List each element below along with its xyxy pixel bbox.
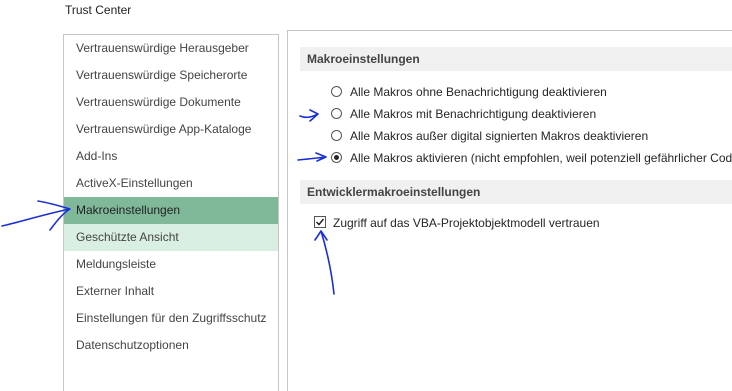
sidebar-item-external-content[interactable]: Externer Inhalt [64,278,278,305]
checkbox-checked-icon[interactable] [314,216,326,228]
radio-label: Alle Makros ohne Benachrichtigung deakti… [350,85,607,99]
sidebar-item-trusted-locations[interactable]: Vertrauenswürdige Speicherorte [64,62,278,89]
annotation-arrow-sidebar-icon [1,200,71,231]
sidebar-nav: Vertrauenswürdige Herausgeber Vertrauens… [63,34,279,391]
radio-button-icon[interactable] [331,86,342,97]
sidebar-item-add-ins[interactable]: Add-Ins [64,143,278,170]
window-title: Trust Center [65,3,132,17]
radio-button-icon[interactable] [331,130,342,141]
radio-label: Alle Makros außer digital signierten Mak… [350,129,649,143]
sidebar-item-access-protection-settings[interactable]: Einstellungen für den Zugriffsschutz [64,305,278,332]
settings-pane: Makroeinstellungen Alle Makros ohne Bena… [287,30,732,391]
sidebar-item-message-bar[interactable]: Meldungsleiste [64,251,278,278]
developer-macro-settings-header: Entwicklermakroeinstellungen [300,180,732,204]
macro-settings-header: Makroeinstellungen [300,47,732,71]
sidebar-item-protected-view[interactable]: Geschützte Ansicht [64,224,278,251]
radio-label: Alle Makros mit Benachrichtigung deaktiv… [350,107,597,121]
sidebar-item-trusted-app-catalogs[interactable]: Vertrauenswürdige App-Kataloge [64,116,278,143]
radio-label: Alle Makros aktivieren (nicht empfohlen,… [350,151,732,165]
sidebar-item-privacy-options[interactable]: Datenschutzoptionen [64,332,278,359]
radio-button-icon[interactable] [331,108,342,119]
checkbox-label: Zugriff auf das VBA-Projektobjektmodell … [333,216,600,230]
sidebar-item-trusted-documents[interactable]: Vertrauenswürdige Dokumente [64,89,278,116]
sidebar-item-activex-settings[interactable]: ActiveX-Einstellungen [64,170,278,197]
sidebar-item-trusted-publishers[interactable]: Vertrauenswürdige Herausgeber [64,35,278,62]
sidebar-item-macro-settings[interactable]: Makroeinstellungen [64,197,278,224]
radio-button-selected-icon[interactable] [331,152,342,163]
